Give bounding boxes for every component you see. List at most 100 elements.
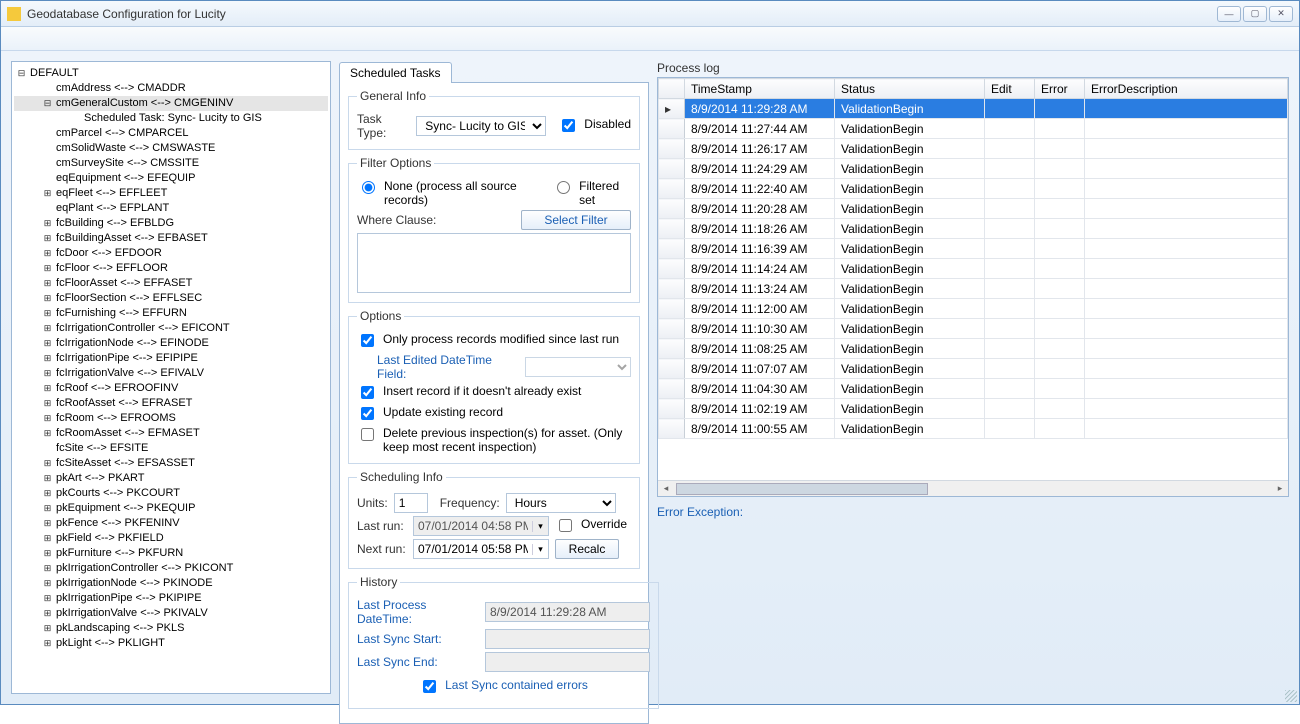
tree-item[interactable]: ⊞ fcIrrigationValve <--> EFIVALV (14, 366, 328, 381)
table-row[interactable]: 8/9/2014 11:16:39 AMValidationBegin (659, 239, 1288, 259)
recalc-button[interactable]: Recalc (555, 539, 619, 559)
table-row[interactable]: 8/9/2014 11:24:29 AMValidationBegin (659, 159, 1288, 179)
tree-item[interactable]: ⊞ pkEquipment <--> PKEQUIP (14, 501, 328, 516)
tree-item[interactable]: ⊞ pkLight <--> PKLIGHT (14, 636, 328, 651)
tree-item[interactable]: ⊞ fcFloor <--> EFFLOOR (14, 261, 328, 276)
tree-item[interactable]: cmParcel <--> CMPARCEL (14, 126, 328, 141)
tree-item[interactable]: ⊞ fcIrrigationPipe <--> EFIPIPE (14, 351, 328, 366)
minimize-button[interactable]: — (1217, 6, 1241, 22)
tree-item[interactable]: ⊟ cmGeneralCustom <--> CMGENINV (14, 96, 328, 111)
tree-item[interactable]: fcSite <--> EFSITE (14, 441, 328, 456)
grid-hscrollbar[interactable]: ◂ ▸ (658, 480, 1288, 496)
close-button[interactable]: ✕ (1269, 6, 1293, 22)
tree-item[interactable]: ⊞ fcBuilding <--> EFBLDG (14, 216, 328, 231)
table-row[interactable]: 8/9/2014 11:04:30 AMValidationBegin (659, 379, 1288, 399)
col-edit[interactable]: Edit (985, 79, 1035, 99)
task-type-select[interactable]: Sync- Lucity to GIS (416, 116, 546, 136)
table-row[interactable]: 8/9/2014 11:13:24 AMValidationBegin (659, 279, 1288, 299)
tree-item[interactable]: ⊞ pkIrrigationController <--> PKICONT (14, 561, 328, 576)
scroll-left-icon[interactable]: ◂ (658, 483, 674, 494)
cb-insert-new[interactable] (361, 386, 374, 399)
table-row[interactable]: ▸8/9/2014 11:29:28 AMValidationBegin (659, 99, 1288, 119)
tab-scheduled-tasks[interactable]: Scheduled Tasks (339, 62, 452, 83)
frequency-select[interactable]: Hours (506, 493, 616, 513)
tree-item[interactable]: ⊞ fcRoomAsset <--> EFMASET (14, 426, 328, 441)
tree-item[interactable]: ⊞ fcBuildingAsset <--> EFBASET (14, 231, 328, 246)
radio-filter-none[interactable] (362, 181, 375, 194)
tree-panel[interactable]: ⊟ DEFAULT cmAddress <--> CMADDR⊟ cmGener… (11, 61, 331, 694)
tree-item[interactable]: ⊞ pkLandscaping <--> PKLS (14, 621, 328, 636)
next-run-value[interactable] (414, 540, 532, 558)
resize-grip-icon[interactable] (1285, 690, 1297, 702)
tree-item[interactable]: ⊞ fcIrrigationController <--> EFICONT (14, 321, 328, 336)
tree-item[interactable]: ⊞ pkFence <--> PKFENINV (14, 516, 328, 531)
tree-item[interactable]: ⊞ fcRoofAsset <--> EFRASET (14, 396, 328, 411)
table-row[interactable]: 8/9/2014 11:10:30 AMValidationBegin (659, 319, 1288, 339)
legend-history: History (357, 575, 400, 589)
legend-filter: Filter Options (357, 156, 434, 170)
table-row[interactable]: 8/9/2014 11:12:00 AMValidationBegin (659, 299, 1288, 319)
units-input[interactable] (394, 493, 428, 513)
tree-item[interactable]: ⊞ pkIrrigationValve <--> PKIVALV (14, 606, 328, 621)
last-run-picker[interactable]: ▾ (413, 516, 549, 536)
chevron-down-icon[interactable]: ▾ (532, 544, 548, 555)
tree-item[interactable]: cmSurveySite <--> CMSSITE (14, 156, 328, 171)
table-row[interactable]: 8/9/2014 11:20:28 AMValidationBegin (659, 199, 1288, 219)
process-log-grid[interactable]: TimeStamp Status Edit Error ErrorDescrip… (657, 77, 1289, 497)
table-row[interactable]: 8/9/2014 11:26:17 AMValidationBegin (659, 139, 1288, 159)
tree-item[interactable]: ⊞ fcIrrigationNode <--> EFINODE (14, 336, 328, 351)
tree-root[interactable]: ⊟ DEFAULT (14, 66, 328, 81)
next-run-picker[interactable]: ▾ (413, 539, 549, 559)
tree-item[interactable]: ⊞ eqFleet <--> EFFLEET (14, 186, 328, 201)
cb-delete-prev[interactable] (361, 428, 374, 441)
app-window: Geodatabase Configuration for Lucity — ▢… (0, 0, 1300, 705)
table-row[interactable]: 8/9/2014 11:27:44 AMValidationBegin (659, 119, 1288, 139)
tree-item[interactable]: ⊞ pkField <--> PKFIELD (14, 531, 328, 546)
table-row[interactable]: 8/9/2014 11:08:25 AMValidationBegin (659, 339, 1288, 359)
tree-item[interactable]: ⊞ fcRoom <--> EFROOMS (14, 411, 328, 426)
col-status[interactable]: Status (835, 79, 985, 99)
scroll-right-icon[interactable]: ▸ (1272, 483, 1288, 494)
tree-item[interactable]: ⊞ pkArt <--> PKART (14, 471, 328, 486)
maximize-button[interactable]: ▢ (1243, 6, 1267, 22)
disabled-checkbox[interactable] (562, 119, 575, 132)
select-filter-button[interactable]: Select Filter (521, 210, 631, 230)
tree-item[interactable]: ⊞ fcSiteAsset <--> EFSASSET (14, 456, 328, 471)
cb-last-sync-errors[interactable] (423, 680, 436, 693)
tree-item[interactable]: eqEquipment <--> EFEQUIP (14, 171, 328, 186)
table-row[interactable]: 8/9/2014 11:18:26 AMValidationBegin (659, 219, 1288, 239)
tree-item[interactable]: ⊞ fcRoof <--> EFROOFINV (14, 381, 328, 396)
tree-item[interactable]: ⊞ fcFloorSection <--> EFFLSEC (14, 291, 328, 306)
last-sync-end-value (485, 652, 650, 672)
tree-item[interactable]: ⊞ fcDoor <--> EFDOOR (14, 246, 328, 261)
tree-item[interactable]: cmAddress <--> CMADDR (14, 81, 328, 96)
table-row[interactable]: 8/9/2014 11:00:55 AMValidationBegin (659, 419, 1288, 439)
tree-item[interactable]: cmSolidWaste <--> CMSWASTE (14, 141, 328, 156)
table-row[interactable]: 8/9/2014 11:07:07 AMValidationBegin (659, 359, 1288, 379)
cb-only-modified[interactable] (361, 334, 374, 347)
tree-item[interactable]: ⊞ pkIrrigationPipe <--> PKIPIPE (14, 591, 328, 606)
tree-item[interactable]: ⊞ fcFurnishing <--> EFFURN (14, 306, 328, 321)
tree-item[interactable]: ⊞ fcFloorAsset <--> EFFASET (14, 276, 328, 291)
scroll-thumb[interactable] (676, 483, 928, 495)
table-row[interactable]: 8/9/2014 11:14:24 AMValidationBegin (659, 259, 1288, 279)
radio-filter-set[interactable] (557, 181, 570, 194)
tree-item[interactable]: eqPlant <--> EFPLANT (14, 201, 328, 216)
col-timestamp[interactable]: TimeStamp (685, 79, 835, 99)
tree-item[interactable]: ⊞ pkIrrigationNode <--> PKINODE (14, 576, 328, 591)
label-last-sync-errors: Last Sync contained errors (445, 678, 588, 692)
col-error[interactable]: Error (1035, 79, 1085, 99)
chevron-down-icon[interactable]: ▾ (532, 521, 548, 532)
col-errdesc[interactable]: ErrorDescription (1085, 79, 1288, 99)
table-row[interactable]: 8/9/2014 11:22:40 AMValidationBegin (659, 179, 1288, 199)
tree-item[interactable]: ⊞ pkFurniture <--> PKFURN (14, 546, 328, 561)
last-edited-field-select[interactable] (525, 357, 631, 377)
tree-item[interactable]: Scheduled Task: Sync- Lucity to GIS (14, 111, 328, 126)
cb-override[interactable] (559, 519, 572, 532)
label-last-edited-field: Last Edited DateTime Field: (377, 353, 519, 381)
tree-item[interactable]: ⊞ pkCourts <--> PKCOURT (14, 486, 328, 501)
table-row[interactable]: 8/9/2014 11:02:19 AMValidationBegin (659, 399, 1288, 419)
where-clause-text[interactable] (357, 233, 631, 293)
label-disabled: Disabled (584, 117, 631, 131)
cb-update-existing[interactable] (361, 407, 374, 420)
